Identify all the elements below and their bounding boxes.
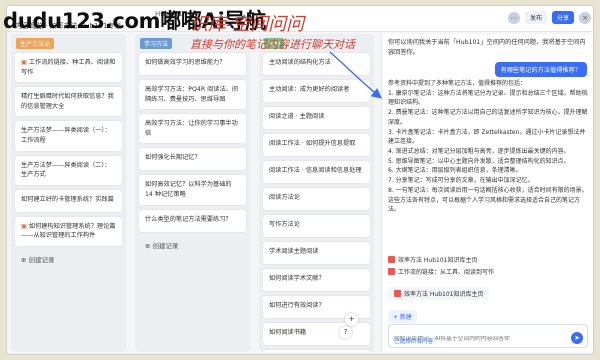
arrow-line — [329, 51, 383, 99]
annotation-arrow — [329, 51, 383, 99]
